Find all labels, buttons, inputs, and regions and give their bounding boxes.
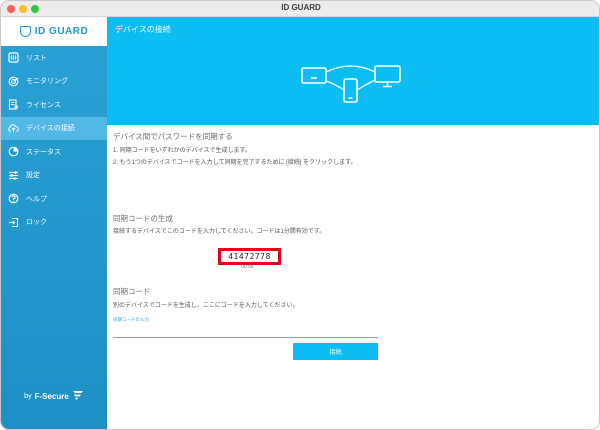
f-secure-logo-icon [72,390,84,402]
title-bar: ID GUARD [1,1,599,17]
sidebar-item-label: ステータス [26,148,61,156]
f-secure-brand: by F-Secure [1,390,107,402]
generate-code-title: 同期コードの生成 [113,214,173,223]
sidebar-item-label: モニタリング [26,78,68,86]
sidebar-nav: リスト モニタリング ライセンス デバイスの接続 ステータス 設定 ヘルプ ロッ… [1,46,107,234]
cloud-upload-icon [8,123,19,134]
sidebar-item-connect-devices[interactable]: デバイスの接続 [1,116,107,140]
sidebar-item-label: ロック [26,219,47,227]
sync-code-input-container [113,324,378,344]
sync-step-1: 1. 同期コードをいずれかのデバイスで生成します。 [113,148,251,154]
generate-code-description: 接続するデバイスでこのコードを入力してください。コードは1分間有効です。 [113,229,326,235]
app-window: ID GUARD ID GUARD リスト モニタリング ライセンス デバイスの… [0,0,600,430]
sidebar-item-license[interactable]: ライセンス [1,93,107,117]
window-title: ID GUARD [281,3,321,12]
header-banner: デバイスの接続 [107,17,599,125]
connection-lines [325,65,376,91]
sync-section-title: デバイス間でパスワードを同期する [113,132,233,141]
code-countdown-timer: 00:56 [241,264,254,270]
brand-name: F-Secure [34,391,69,401]
sidebar-item-label: ヘルプ [26,195,47,203]
enter-code-title: 同期コード [113,287,151,296]
sidebar: ID GUARD リスト モニタリング ライセンス デバイスの接続 ステータス … [1,17,107,429]
sidebar-item-monitoring[interactable]: モニタリング [1,70,107,94]
brand-prefix: by [24,392,32,400]
sidebar-item-list[interactable]: リスト [1,46,107,70]
sync-code-value: 41472778 [228,252,271,261]
sidebar-item-lock[interactable]: ロック [1,211,107,235]
sidebar-item-label: リスト [26,54,47,62]
pie-chart-icon [8,146,19,157]
sliders-icon [8,170,19,181]
sidebar-item-label: ライセンス [26,101,61,109]
sidebar-item-label: デバイスの接続 [26,125,75,133]
sync-code-input-label: 同期コードの入力 [113,317,149,322]
phone-icon [343,78,358,103]
connected-devices-illustration [301,65,401,103]
connect-button[interactable]: 接続 [293,343,378,360]
main-content: デバイスの接続 デバイス間でパスワードを同期する 1. 同期コードをいずれかのデ… [107,17,599,429]
desktop-monitor-icon [374,65,401,88]
page-title: デバイスの接続 [115,25,171,34]
enter-code-description: 別のデバイスでコードを生成し、ここにコードを入力してください。 [113,303,299,309]
sidebar-item-label: 設定 [26,172,40,180]
help-icon [8,193,19,204]
monitoring-icon [8,76,19,87]
list-icon [8,52,19,63]
sync-code-display: 41472778 [218,248,281,265]
lock-exit-icon [8,217,19,228]
shield-icon [19,26,31,37]
sync-step-2: 2. もう1つのデバイスでコードを入力して同期を完了するために [接続] をクリ… [113,160,357,166]
app-logo: ID GUARD [1,17,107,46]
logo-text: ID GUARD [34,26,89,37]
sidebar-item-help[interactable]: ヘルプ [1,187,107,211]
sidebar-item-settings[interactable]: 設定 [1,164,107,188]
laptop-icon [301,67,327,84]
sidebar-item-status[interactable]: ステータス [1,140,107,164]
license-icon [8,99,19,110]
